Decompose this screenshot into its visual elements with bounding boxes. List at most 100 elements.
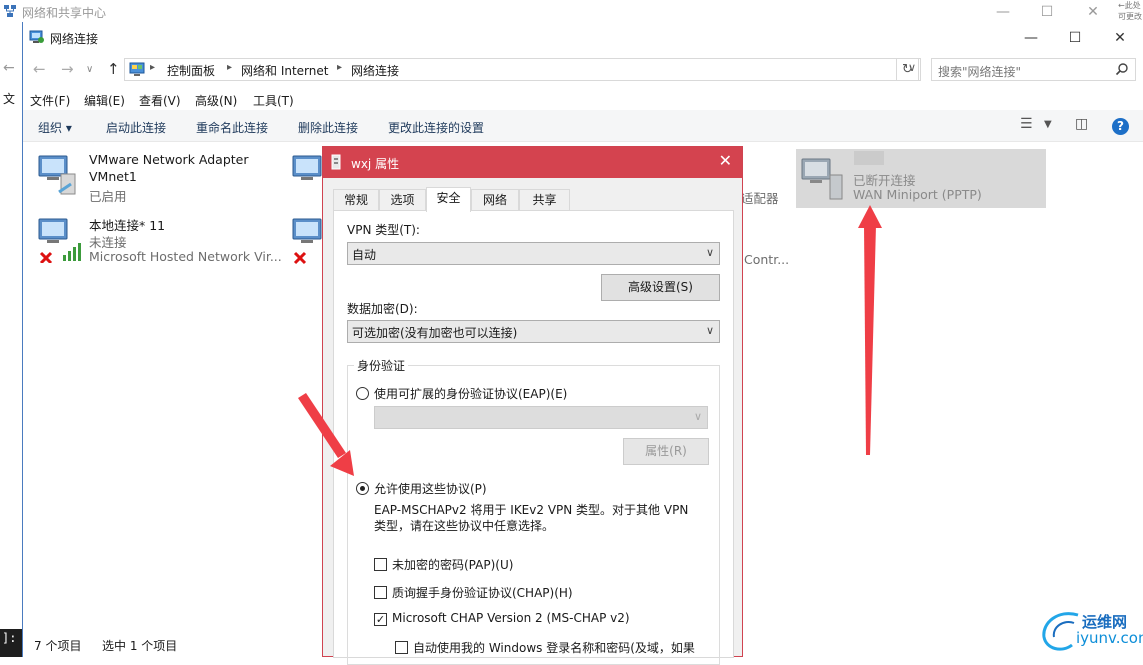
eap-radio[interactable]: [356, 387, 369, 400]
tab-general[interactable]: 常规: [333, 189, 379, 211]
eap-radio-label[interactable]: 使用可扩展的身份验证协议(EAP)(E): [374, 385, 567, 402]
tab-options[interactable]: 选项: [379, 189, 426, 211]
connection-device: WAN Miniport (PPTP): [853, 187, 982, 202]
network-adapter-icon[interactable]: [291, 215, 325, 267]
breadcrumb-network-connections[interactable]: 网络连接: [351, 62, 399, 79]
menu-advanced[interactable]: 高级(N): [195, 92, 237, 109]
vpn-type-value: 自动: [352, 248, 377, 262]
vpn-type-select[interactable]: 自动 ∨: [347, 242, 720, 265]
pap-label[interactable]: 未加密的密码(PAP)(U): [392, 556, 513, 573]
selected-count: 选中 1 个项目: [102, 639, 178, 653]
background-file-menu[interactable]: 文: [3, 90, 15, 107]
protocol-note-line2: 类型，请在这些协议中任意选择。: [374, 519, 555, 533]
tab-sharing[interactable]: 共享: [519, 189, 570, 211]
connection-name-blurred: [854, 151, 884, 165]
refresh-button[interactable]: ↻: [896, 58, 919, 81]
network-adapter-icon: [801, 158, 843, 200]
auto-windows-login-label[interactable]: 自动使用我的 Windows 登录名称和密码(及域，如果: [413, 639, 695, 656]
connection-partial-text: Contr...: [744, 252, 790, 267]
terminal-fragment: ]:: [0, 629, 22, 657]
connection-vmnet1[interactable]: VMware Network Adapter VMnet1 已启用: [37, 152, 267, 204]
connection-status: 已启用: [89, 189, 127, 204]
delete-connection-button[interactable]: 删除此连接: [298, 119, 358, 136]
network-adapter-icon[interactable]: [291, 152, 325, 200]
auto-windows-login-checkbox[interactable]: [395, 641, 408, 654]
connection-device: Microsoft Hosted Network Vir...: [89, 249, 282, 264]
properties-dialog: wxj 属性 ✕ 常规 选项 安全 网络 共享 VPN 类型(T): 自动 ∨ …: [322, 146, 743, 665]
mschapv2-checkbox[interactable]: ✓: [374, 613, 387, 626]
close-icon[interactable]: ✕: [719, 151, 732, 170]
allow-protocols-radio[interactable]: [356, 482, 369, 495]
search-input[interactable]: 搜索"网络连接": [931, 58, 1136, 81]
up-icon[interactable]: ↑: [107, 60, 120, 78]
breadcrumb-control-panel[interactable]: 控制面板: [167, 62, 215, 79]
back-arrow-icon[interactable]: ←: [3, 60, 15, 76]
preview-pane-icon[interactable]: ◫: [1075, 116, 1088, 132]
menu-view[interactable]: 查看(V): [139, 92, 181, 109]
recent-chevron-icon[interactable]: ∨: [86, 64, 93, 75]
breadcrumb-separator-icon[interactable]: ▸: [150, 62, 155, 73]
chevron-down-icon: ∨: [705, 246, 714, 259]
authentication-group-label: 身份验证: [354, 357, 409, 374]
close-icon[interactable]: ✕: [1097, 26, 1143, 50]
view-options-icon[interactable]: ☰: [1020, 116, 1033, 132]
chap-label[interactable]: 质询握手身份验证协议(CHAP)(H): [392, 584, 573, 601]
rename-connection-button[interactable]: 重命名此连接: [196, 119, 268, 136]
background-left-strip: ← 文: [0, 24, 22, 657]
connection-wan-miniport-pptp[interactable]: 已断开连接 WAN Miniport (PPTP): [796, 149, 1046, 208]
background-corner-text: ←此处可更改: [1118, 1, 1142, 21]
dialog-titlebar: wxj 属性 ✕: [323, 147, 742, 178]
properties-button: 属性(R): [623, 438, 709, 465]
maximize-icon[interactable]: ☐: [1052, 26, 1098, 50]
command-bar: 组织 ▾ 启动此连接 重命名此连接 删除此连接 更改此连接的设置 ☰ ▼ ◫ ?: [23, 110, 1143, 142]
minimize-icon[interactable]: —: [980, 1, 1026, 23]
help-icon[interactable]: ?: [1112, 118, 1129, 135]
search-placeholder: 搜索"网络连接": [938, 65, 1022, 79]
address-bar[interactable]: ▸ 控制面板 ▸ 网络和 Internet ▸ 网络连接 ∨: [124, 58, 921, 81]
breadcrumb-network-internet[interactable]: 网络和 Internet: [241, 62, 328, 79]
encryption-label: 数据加密(D):: [347, 302, 418, 316]
chevron-down-icon: ∨: [705, 324, 714, 337]
breadcrumb-separator-icon[interactable]: ▸: [337, 62, 342, 73]
close-icon[interactable]: ✕: [1070, 1, 1116, 23]
connection-partial-text: 适配器: [741, 191, 779, 206]
address-row: ← → ∨ ↑ ▸ 控制面板 ▸ 网络和 Internet ▸ 网络连接 ∨ ↻…: [23, 56, 1143, 84]
menu-bar: 文件(F) 编辑(E) 查看(V) 高级(N) 工具(T): [23, 88, 1143, 110]
menu-tools[interactable]: 工具(T): [253, 92, 294, 109]
view-dropdown-icon[interactable]: ▼: [1044, 119, 1052, 130]
connection-local-11[interactable]: 本地连接* 11 未连接 Microsoft Hosted Network Vi…: [37, 215, 295, 267]
organize-button[interactable]: 组织 ▾: [38, 119, 72, 136]
allow-protocols-label[interactable]: 允许使用这些协议(P): [374, 480, 487, 497]
vpn-connection-icon: [331, 154, 341, 170]
maximize-icon[interactable]: ☐: [1024, 1, 1070, 23]
tab-network[interactable]: 网络: [471, 189, 519, 211]
change-settings-button[interactable]: 更改此连接的设置: [388, 119, 484, 136]
menu-file[interactable]: 文件(F): [30, 92, 70, 109]
start-connection-button[interactable]: 启动此连接: [106, 119, 166, 136]
back-icon[interactable]: ←: [33, 60, 46, 78]
control-panel-icon: [129, 62, 145, 76]
watermark-logo: 运维网 iyunv.com: [1038, 607, 1143, 655]
protocol-note-line1: EAP-MSCHAPv2 将用于 IKEv2 VPN 类型。对于其他 VPN: [374, 503, 689, 517]
breadcrumb-separator-icon[interactable]: ▸: [227, 62, 232, 73]
network-connections-icon: [29, 30, 44, 43]
menu-edit[interactable]: 编辑(E): [84, 92, 125, 109]
watermark-en: iyunv.com: [1076, 629, 1143, 647]
forward-icon[interactable]: →: [61, 60, 74, 78]
window-title: 网络连接: [50, 32, 99, 46]
security-panel: VPN 类型(T): 自动 ∨ 高级设置(S) 数据加密(D): 可选加密(没有…: [333, 210, 734, 665]
minimize-icon[interactable]: —: [1008, 26, 1054, 50]
vpn-type-label: VPN 类型(T):: [347, 223, 420, 237]
encryption-value: 可选加密(没有加密也可以连接): [352, 326, 518, 340]
encryption-select[interactable]: 可选加密(没有加密也可以连接) ∨: [347, 320, 720, 343]
search-icon[interactable]: [1115, 62, 1129, 76]
mschapv2-label[interactable]: Microsoft CHAP Version 2 (MS-CHAP v2): [392, 611, 630, 625]
chap-checkbox[interactable]: [374, 586, 387, 599]
tab-security[interactable]: 安全: [426, 187, 471, 212]
advanced-settings-button[interactable]: 高级设置(S): [601, 274, 720, 301]
pap-checkbox[interactable]: [374, 558, 387, 571]
item-count: 7 个项目: [34, 639, 82, 653]
background-titlebar: 网络和共享中心 — ☐ ✕ ←此处可更改: [0, 0, 1143, 24]
authentication-group: 身份验证 使用可扩展的身份验证协议(EAP)(E) ∨ 属性(R) 允许使用这些…: [347, 357, 720, 665]
eap-select: ∨: [374, 406, 708, 429]
